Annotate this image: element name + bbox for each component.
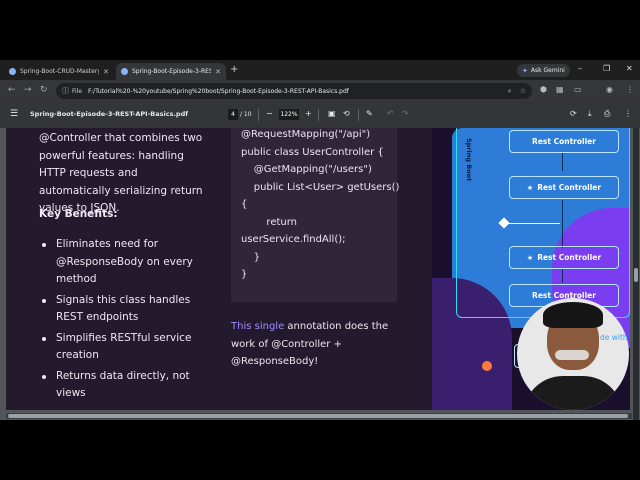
webcam-caption: de with — [600, 333, 628, 342]
menu-icon[interactable]: ☰ — [10, 109, 18, 119]
puzzle-icon[interactable]: ▦ — [556, 85, 564, 94]
scrollbar-thumb[interactable] — [8, 414, 628, 418]
list-item: Eliminates need for @ResponseBody on eve… — [39, 236, 219, 289]
pdf-toolbar: ☰ Spring-Boot-Episode-3-REST-API-Basics.… — [0, 102, 640, 128]
reload-icon[interactable]: ↻ — [40, 85, 48, 95]
close-window-button[interactable]: ✕ — [626, 64, 633, 73]
zoom-in-button[interactable]: + — [305, 109, 312, 118]
document-title: Spring-Boot-Episode-3-REST-API-Basics.pd… — [30, 110, 189, 118]
more-menu-icon[interactable]: ⋮ — [626, 85, 634, 94]
list-item: Simplifies RESTful service creation — [39, 330, 219, 365]
rotate-icon[interactable]: ⟲ — [343, 109, 350, 118]
zoom-icon[interactable]: ⌕ — [508, 87, 512, 96]
tab-strip: Spring-Boot-CRUD-Mastery-YouTu ✕ Spring-… — [0, 60, 640, 80]
box-label: Rest Controller — [537, 183, 602, 192]
presenter-mouth — [555, 350, 589, 360]
presenter-shirt — [523, 376, 623, 410]
close-tab-icon[interactable]: ✕ — [215, 68, 221, 76]
print-icon[interactable]: ⎙ — [604, 109, 610, 119]
tab-favicon-icon — [121, 68, 128, 75]
code-line: } — [241, 269, 248, 280]
vertical-label: Spring Boot — [465, 138, 473, 182]
close-tab-icon[interactable]: ✕ — [103, 68, 109, 76]
connector-line — [562, 268, 563, 283]
minimize-button[interactable]: – — [578, 64, 582, 73]
maximize-button[interactable]: ❐ — [603, 64, 610, 73]
url-text[interactable]: F:/Tutorial%20-%20youtube/Spring%20boot/… — [88, 88, 500, 95]
info-icon[interactable]: ⓘ — [62, 86, 69, 96]
connector-line — [562, 153, 563, 171]
code-line: { — [241, 199, 248, 210]
box-label: Rest Controller — [537, 253, 602, 262]
toolbar-divider — [318, 109, 319, 121]
annotate-pen-icon[interactable]: ✎ — [366, 109, 373, 118]
box-label: Rest Controller — [532, 137, 596, 146]
address-toolbar: ← → ↻ ⓘ File F:/Tutorial%20-%20youtube/S… — [0, 80, 640, 102]
undo-icon[interactable]: ↶ — [387, 109, 394, 118]
vertical-scrollbar[interactable] — [633, 128, 639, 420]
code-line: return — [241, 216, 298, 228]
presenter-hair — [543, 302, 603, 328]
list-item: Signals this class handles REST endpoint… — [39, 292, 219, 327]
download-icon[interactable]: ⤓ — [588, 109, 592, 119]
arrow-line — [508, 223, 560, 224]
page-total: / 10 — [240, 111, 252, 118]
bookmark-star-icon[interactable]: ☆ — [520, 87, 526, 95]
tab-label: Spring-Boot-Episode-3-REST-API- — [132, 68, 212, 75]
rest-controller-box: ★ Rest Controller — [509, 176, 619, 199]
gemini-sparkle-icon: ✦ — [522, 66, 528, 75]
code-line: @GetMapping("/users") — [241, 164, 372, 175]
connector-line — [562, 200, 563, 248]
tab-label: Spring-Boot-CRUD-Mastery-YouTu — [20, 68, 100, 75]
sidebar-icon[interactable]: ▭ — [574, 85, 582, 94]
note-paragraph: This single annotation does the work of … — [231, 318, 391, 371]
redo-icon[interactable]: ↷ — [402, 109, 409, 118]
back-arrow-icon[interactable]: ← — [8, 85, 16, 95]
rest-controller-box: ★ Rest Controller — [509, 246, 619, 269]
benefits-list: Eliminates need for @ResponseBody on eve… — [39, 236, 219, 406]
scrollbar-thumb[interactable] — [634, 268, 638, 282]
address-bar[interactable]: ⓘ File F:/Tutorial%20-%20youtube/Spring%… — [56, 83, 532, 99]
gemini-label: Ask Gemini — [530, 67, 565, 74]
code-line: public class UserController { — [241, 146, 384, 158]
orange-dot — [482, 361, 492, 371]
code-line: @RequestMapping("/api") — [241, 129, 371, 140]
code-block: @RequestMapping("/api") public class Use… — [231, 128, 400, 302]
save-annotations-icon[interactable]: ⟳ — [570, 109, 577, 118]
zoom-level-input[interactable]: 122% — [279, 109, 299, 120]
code-line: } — [241, 251, 261, 263]
code-line: public List<User> getUsers() — [241, 181, 400, 193]
zoom-out-button[interactable]: − — [266, 109, 273, 118]
ask-gemini-button[interactable]: ✦ Ask Gemini — [517, 64, 570, 77]
note-highlight: This single — [231, 321, 285, 332]
star-icon: ★ — [526, 183, 534, 192]
intro-paragraph: @Controller that combines two powerful f… — [39, 132, 203, 214]
new-tab-button[interactable]: + — [230, 64, 238, 75]
horizontal-scrollbar[interactable] — [6, 413, 632, 419]
file-scheme-label: File — [72, 87, 83, 95]
rest-controller-box: Rest Controller — [509, 130, 619, 153]
tab-rest-api-basics[interactable]: Spring-Boot-Episode-3-REST-API- ✕ — [116, 63, 226, 80]
page-number-input[interactable]: 4 — [228, 109, 238, 120]
toolbar-divider — [258, 109, 259, 121]
fit-page-icon[interactable]: ▣ — [328, 109, 336, 118]
pdf-more-icon[interactable]: ⋮ — [624, 109, 632, 118]
tab-favicon-icon — [9, 68, 16, 75]
toolbar-divider — [358, 109, 359, 121]
tab-crud-mastery[interactable]: Spring-Boot-CRUD-Mastery-YouTu ✕ — [4, 63, 114, 80]
forward-arrow-icon[interactable]: → — [24, 85, 32, 95]
profile-icon[interactable]: ◉ — [606, 85, 613, 94]
code-line: userService.findAll(); — [241, 234, 346, 245]
webcam-overlay — [517, 298, 629, 410]
extension-icon[interactable]: ⬢ — [540, 85, 547, 94]
benefits-heading: Key Benefits: — [39, 208, 118, 220]
star-icon: ★ — [526, 253, 534, 262]
list-item: Returns data directly, not views — [39, 368, 219, 403]
